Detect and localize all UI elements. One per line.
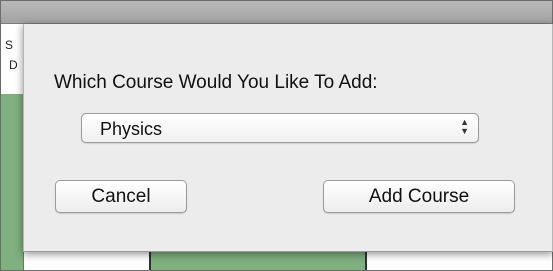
cancel-button[interactable]: Cancel (55, 180, 187, 213)
dialog-prompt: Which Course Would You Like To Add: (54, 72, 378, 93)
app-window: S D 01 Which Course Would You Like To Ad… (0, 0, 553, 271)
background-text-fragment: D (9, 58, 18, 72)
background-green-cell (149, 251, 367, 270)
background-green-cell (1, 94, 24, 270)
up-down-chevron-icon: ▲ ▼ (460, 117, 469, 136)
course-select-value: Physics (100, 119, 163, 139)
background-text-fragment: S (5, 38, 14, 52)
window-titlebar (1, 1, 552, 24)
add-course-button[interactable]: Add Course (323, 180, 515, 213)
add-course-dialog: Which Course Would You Like To Add: Phys… (23, 24, 553, 252)
course-select[interactable]: Physics ▲ ▼ (81, 113, 479, 143)
